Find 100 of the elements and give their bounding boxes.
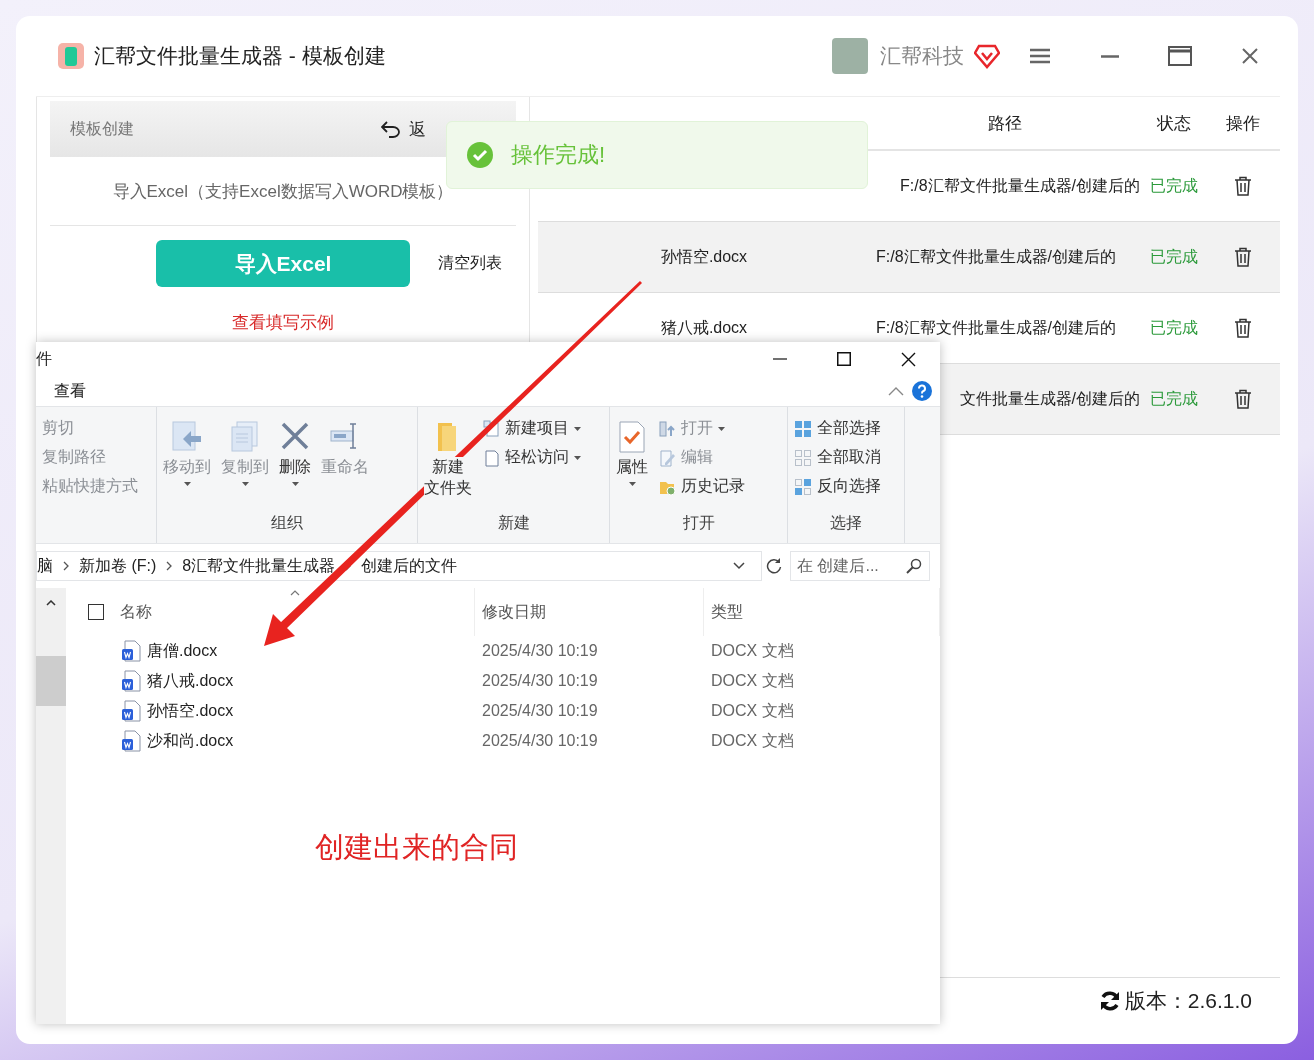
caret-icon	[183, 481, 191, 486]
delete-button[interactable]	[1234, 318, 1252, 338]
invert-selection-icon	[794, 477, 812, 496]
trash-icon	[1234, 318, 1252, 338]
search-field[interactable]: 在 创建后...	[790, 551, 930, 581]
group-label: 组织	[270, 513, 304, 533]
caret-icon	[241, 481, 249, 486]
chevron-right-icon	[166, 561, 173, 571]
scrollbar-thumb[interactable]	[36, 656, 66, 706]
explorer-title: 件	[36, 348, 53, 369]
sort-up-icon	[290, 590, 300, 596]
file-name-cell-text: 猪八戒.docx	[659, 317, 749, 338]
file-row[interactable]: 猪八戒.docx 2025/4/30 10:19 DOCX 文档	[66, 666, 940, 696]
version-label: 版本：2.6.1.0	[1124, 988, 1252, 1014]
path-cell-text: F:/8汇帮文件批量生成器/创建后的	[900, 175, 1140, 196]
copy-icon	[229, 419, 261, 453]
ribbon-button[interactable]: 反向选择	[792, 475, 883, 498]
chevron-up-icon	[888, 386, 904, 396]
refresh-icon	[1098, 990, 1121, 1012]
breadcrumb-item[interactable]: 新加卷 (F:)	[79, 555, 157, 577]
word-document-icon	[121, 670, 141, 692]
status-cell-text: 已完成	[1149, 388, 1199, 409]
group-label: 打开	[681, 513, 716, 533]
checked-document-icon	[616, 419, 648, 453]
edit-icon	[658, 448, 676, 467]
clear-list-button[interactable]: 清空列表	[438, 253, 502, 274]
delete-button[interactable]	[1234, 389, 1252, 409]
breadcrumb-item[interactable]: 脑	[37, 555, 53, 577]
select-all-checkbox[interactable]	[88, 604, 104, 620]
status-cell-text: 已完成	[1149, 246, 1199, 267]
help-icon[interactable]	[912, 381, 932, 401]
close-icon	[900, 351, 916, 367]
select-all-icon	[794, 419, 812, 438]
ribbon-tab[interactable]: 查看	[54, 380, 880, 402]
ribbon-button[interactable]: 历史记录	[656, 475, 747, 498]
file-name: 沙和尚.docx	[147, 730, 234, 751]
address-bar[interactable]: 脑 新加卷 (F:) 8汇帮文件批量生成器 创建后的文件	[36, 551, 762, 581]
modified-date: 2025/4/30 10:19	[481, 732, 599, 750]
column-header[interactable]: 类型	[704, 588, 940, 636]
ribbon-button[interactable]: 轻松访问	[480, 446, 583, 469]
delete-button[interactable]	[1234, 176, 1252, 196]
file-type: DOCX 文档	[710, 670, 795, 691]
back-button[interactable]: 返	[381, 117, 496, 141]
file-row[interactable]: 唐僧.docx 2025/4/30 10:19 DOCX 文档	[66, 636, 940, 666]
check-circle-icon	[467, 142, 493, 168]
trash-icon	[1234, 389, 1252, 409]
minimize-icon	[1101, 54, 1119, 58]
file-row[interactable]: 沙和尚.docx 2025/4/30 10:19 DOCX 文档	[66, 726, 940, 756]
caret-icon	[574, 455, 581, 460]
example-link[interactable]: 查看填写示例	[232, 311, 334, 334]
file-type: DOCX 文档	[710, 700, 795, 721]
panel-title: 模板创建	[70, 118, 135, 139]
path-cell-text: F:/8汇帮文件批量生成器/创建后的	[875, 246, 1117, 267]
scroll-up-icon	[46, 600, 56, 606]
modified-date: 2025/4/30 10:19	[481, 672, 599, 690]
column-header[interactable]: 名称	[120, 588, 152, 636]
ribbon-button[interactable]: 新建 文件夹	[422, 415, 474, 513]
status-cell-text: 已完成	[1149, 317, 1199, 338]
modified-date: 2025/4/30 10:19	[481, 642, 599, 660]
caret-icon	[291, 481, 299, 486]
trash-icon	[1234, 247, 1252, 267]
word-document-icon	[121, 640, 141, 662]
diamond-heart-icon	[974, 43, 1000, 69]
column-header: 路径	[987, 112, 1023, 135]
ribbon-button[interactable]: 全部选择	[792, 417, 883, 440]
chevron-right-icon	[63, 561, 69, 571]
avatar-placeholder	[832, 38, 868, 74]
column-header: 操作	[1225, 112, 1261, 135]
group-label: 新建	[496, 513, 531, 533]
caret-icon	[628, 481, 636, 486]
column-header: 状态	[1156, 112, 1192, 135]
close-icon	[1242, 48, 1258, 64]
menu-icon	[1030, 48, 1050, 64]
file-name-cell-text: 孙悟空.docx	[659, 246, 749, 267]
caret-icon	[718, 426, 725, 431]
minimize-icon	[773, 358, 787, 360]
file-name: 孙悟空.docx	[147, 700, 234, 721]
file-name: 唐僧.docx	[147, 640, 218, 661]
maximize-icon	[1168, 46, 1192, 66]
ribbon-button[interactable]: 全部取消	[792, 446, 883, 469]
refresh-icon	[766, 558, 782, 574]
path-cell-text: F:/8汇帮文件批量生成器/创建后的	[875, 317, 1117, 338]
file-name: 猪八戒.docx	[147, 670, 234, 691]
breadcrumb-item[interactable]: 创建后的文件	[361, 555, 458, 577]
annotation-text: 创建出来的合同	[315, 830, 519, 865]
delete-button[interactable]	[1234, 247, 1252, 267]
search-icon	[906, 558, 922, 574]
user-name: 汇帮科技	[880, 43, 964, 69]
file-type: DOCX 文档	[710, 640, 795, 661]
ribbon-button[interactable]: 删除	[277, 415, 313, 513]
select-none-icon	[794, 448, 812, 467]
file-row[interactable]: 孙悟空.docx 2025/4/30 10:19 DOCX 文档	[66, 696, 940, 726]
breadcrumb-item[interactable]: 8汇帮文件批量生成器	[182, 555, 336, 577]
word-document-icon	[121, 700, 141, 722]
column-header[interactable]: 修改日期	[475, 588, 704, 636]
move-icon	[171, 419, 203, 453]
path-cell-text: 文件批量生成器/创建后的	[959, 388, 1140, 409]
status-cell-text: 已完成	[1149, 175, 1199, 196]
ribbon-button[interactable]: 属性	[614, 415, 650, 513]
caret-icon	[574, 426, 581, 431]
